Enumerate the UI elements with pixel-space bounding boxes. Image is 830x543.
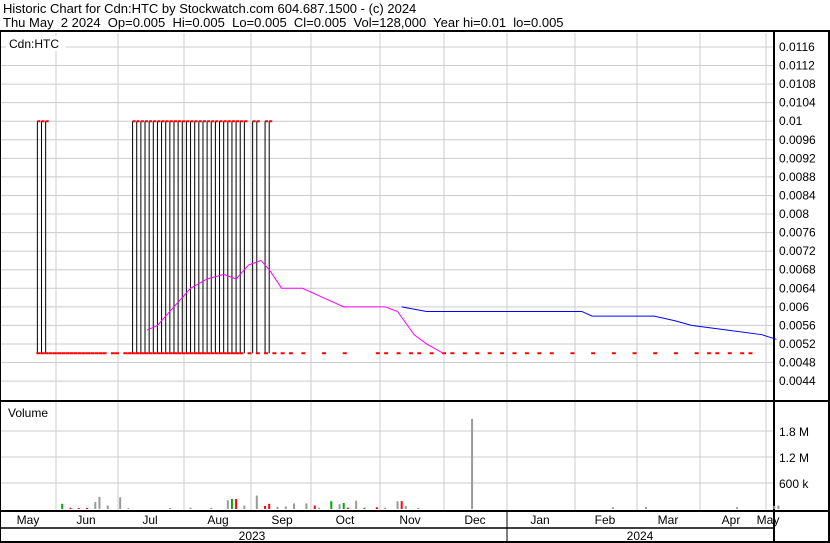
price-tick-label: 0.0072 bbox=[779, 244, 816, 258]
price-tick-label: 0.0084 bbox=[779, 188, 816, 202]
volume-tick-label: 1.2 M bbox=[779, 451, 809, 465]
price-tick-label: 0.01 bbox=[779, 114, 803, 128]
month-label: Aug bbox=[207, 513, 228, 527]
price-tick-label: 0.0048 bbox=[779, 356, 816, 370]
month-label: Jun bbox=[76, 513, 95, 527]
price-tick-label: 0.0068 bbox=[779, 263, 816, 277]
month-label: Apr bbox=[722, 513, 741, 527]
price-tick-label: 0.008 bbox=[779, 207, 809, 221]
chart-canvas: 0.0116 0.0112 0.0108 0.0104 0.01 0.0096 0.0092… bbox=[0, 30, 830, 543]
price-tick-label: 0.0088 bbox=[779, 170, 816, 184]
chart-frame bbox=[0, 30, 830, 543]
stock-chart: Historic Chart for Cdn:HTC by Stockwatch… bbox=[0, 0, 830, 543]
month-label: Sep bbox=[271, 513, 293, 527]
month-label: Dec bbox=[464, 513, 485, 527]
year-label: 2023 bbox=[239, 529, 266, 543]
price-tick-label: 0.006 bbox=[779, 300, 809, 314]
month-label: Jan bbox=[530, 513, 549, 527]
price-tick-label: 0.0092 bbox=[779, 151, 816, 165]
month-label: Oct bbox=[336, 513, 355, 527]
symbol-label: Cdn:HTC bbox=[9, 37, 59, 51]
price-tick-label: 0.0076 bbox=[779, 226, 816, 240]
month-label: Nov bbox=[399, 513, 420, 527]
price-tick-label: 0.0052 bbox=[779, 337, 816, 351]
month-label: Feb bbox=[595, 513, 616, 527]
month-label: May bbox=[17, 513, 40, 527]
price-tick-label: 0.0096 bbox=[779, 133, 816, 147]
month-label: Mar bbox=[658, 513, 679, 527]
price-tick-label: 0.0116 bbox=[779, 40, 815, 54]
price-tick-label: 0.0044 bbox=[779, 374, 816, 388]
volume-label: Volume bbox=[8, 406, 48, 420]
month-label: Jul bbox=[142, 513, 157, 527]
price-tick-label: 0.0108 bbox=[779, 77, 816, 91]
price-tick-label: 0.0104 bbox=[779, 96, 816, 110]
price-tick-label: 0.0112 bbox=[779, 59, 815, 73]
price-tick-label: 0.0056 bbox=[779, 318, 816, 332]
volume-tick-label: 600 k bbox=[779, 477, 809, 491]
volume-tick-label: 1.8 M bbox=[779, 425, 809, 439]
month-label: May bbox=[757, 513, 780, 527]
price-tick-label: 0.0064 bbox=[779, 281, 816, 295]
year-label: 2024 bbox=[627, 529, 654, 543]
